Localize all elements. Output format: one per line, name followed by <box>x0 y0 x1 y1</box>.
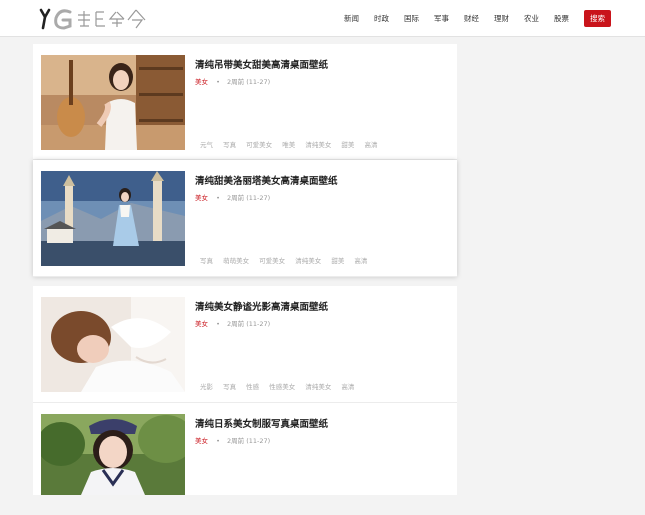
article-category[interactable]: 美女 <box>195 437 208 445</box>
nav-item-military[interactable]: 军事 <box>434 13 449 24</box>
meta-separator: • <box>216 437 220 445</box>
article-thumbnail[interactable] <box>41 297 185 392</box>
article-tags: 写真 萌萌美女 可爱美女 清纯美女 甜美 高清 <box>200 255 375 265</box>
article-tags: 元气 写真 可爱美女 唯美 清纯美女 甜美 高清 <box>200 139 385 149</box>
article-card: 清纯吊带美女甜美高清桌面壁纸 美女 • 2周前 (11-27) 元气 写真 可爱… <box>33 44 457 160</box>
article-time: 2周前 (11-27) <box>227 320 271 328</box>
tag-link[interactable]: 甜美 <box>331 257 344 265</box>
nav-item-wealth[interactable]: 理财 <box>494 13 509 24</box>
tag-link[interactable]: 可爱美女 <box>259 257 285 265</box>
tag-link[interactable]: 唯美 <box>282 141 295 149</box>
article-title[interactable]: 清纯日系美女制服写真桌面壁纸 <box>195 416 328 430</box>
article-meta: 美女 • 2周前 (11-27) <box>195 76 270 86</box>
article-card: 清纯日系美女制服写真桌面壁纸 美女 • 2周前 (11-27) <box>33 403 457 495</box>
tag-link[interactable]: 高清 <box>341 383 354 391</box>
article-list: 清纯吊带美女甜美高清桌面壁纸 美女 • 2周前 (11-27) 元气 写真 可爱… <box>33 44 457 495</box>
tag-link[interactable]: 清纯美女 <box>305 383 331 391</box>
meta-separator: • <box>216 320 220 328</box>
nav-item-international[interactable]: 国际 <box>404 13 419 24</box>
tag-link[interactable]: 光影 <box>200 383 213 391</box>
tag-link[interactable]: 萌萌美女 <box>223 257 249 265</box>
tag-link[interactable]: 清纯美女 <box>305 141 331 149</box>
article-title[interactable]: 清纯美女静谧光影高清桌面壁纸 <box>195 299 328 313</box>
tag-link[interactable]: 写真 <box>200 257 213 265</box>
tag-link[interactable]: 元气 <box>200 141 213 149</box>
article-category[interactable]: 美女 <box>195 320 208 328</box>
tag-link[interactable]: 甜美 <box>341 141 354 149</box>
article-time: 2周前 (11-27) <box>227 437 271 445</box>
article-meta: 美女 • 2周前 (11-27) <box>195 318 270 328</box>
tag-link[interactable]: 写真 <box>223 383 236 391</box>
article-category[interactable]: 美女 <box>195 78 208 86</box>
nav-item-politics[interactable]: 时政 <box>374 13 389 24</box>
nav-item-stocks[interactable]: 股票 <box>554 13 569 24</box>
site-header: 新闻 时政 国际 军事 财经 理财 农业 股票 搜索 <box>0 0 645 37</box>
article-card: 清纯甜美洛丽塔美女高清桌面壁纸 美女 • 2周前 (11-27) 写真 萌萌美女… <box>33 160 457 277</box>
nav-item-agriculture[interactable]: 农业 <box>524 13 539 24</box>
article-thumbnail[interactable] <box>41 414 185 495</box>
site-logo[interactable] <box>38 6 158 32</box>
tag-link[interactable]: 高清 <box>354 257 367 265</box>
tag-link[interactable]: 高清 <box>364 141 377 149</box>
nav-item-news[interactable]: 新闻 <box>344 13 359 24</box>
article-time: 2周前 (11-27) <box>227 194 271 202</box>
article-time: 2周前 (11-27) <box>227 78 271 86</box>
article-tags: 光影 写真 性感 性感美女 清纯美女 高清 <box>200 381 362 391</box>
meta-separator: • <box>216 78 220 86</box>
tag-link[interactable]: 可爱美女 <box>246 141 272 149</box>
article-card: 清纯美女静谧光影高清桌面壁纸 美女 • 2周前 (11-27) 光影 写真 性感… <box>33 286 457 403</box>
tag-link[interactable]: 性感 <box>246 383 259 391</box>
tag-link[interactable]: 写真 <box>223 141 236 149</box>
article-meta: 美女 • 2周前 (11-27) <box>195 192 270 202</box>
search-button[interactable]: 搜索 <box>584 10 611 27</box>
article-thumbnail[interactable] <box>41 55 185 150</box>
article-category[interactable]: 美女 <box>195 194 208 202</box>
meta-separator: • <box>216 194 220 202</box>
article-thumbnail[interactable] <box>41 171 185 266</box>
tag-link[interactable]: 清纯美女 <box>295 257 321 265</box>
tag-link[interactable]: 性感美女 <box>269 383 295 391</box>
article-meta: 美女 • 2周前 (11-27) <box>195 435 270 445</box>
main-nav: 新闻 时政 国际 军事 财经 理财 农业 股票 搜索 <box>344 0 645 37</box>
article-title[interactable]: 清纯吊带美女甜美高清桌面壁纸 <box>195 57 328 71</box>
article-title[interactable]: 清纯甜美洛丽塔美女高清桌面壁纸 <box>195 173 338 187</box>
nav-item-finance[interactable]: 财经 <box>464 13 479 24</box>
